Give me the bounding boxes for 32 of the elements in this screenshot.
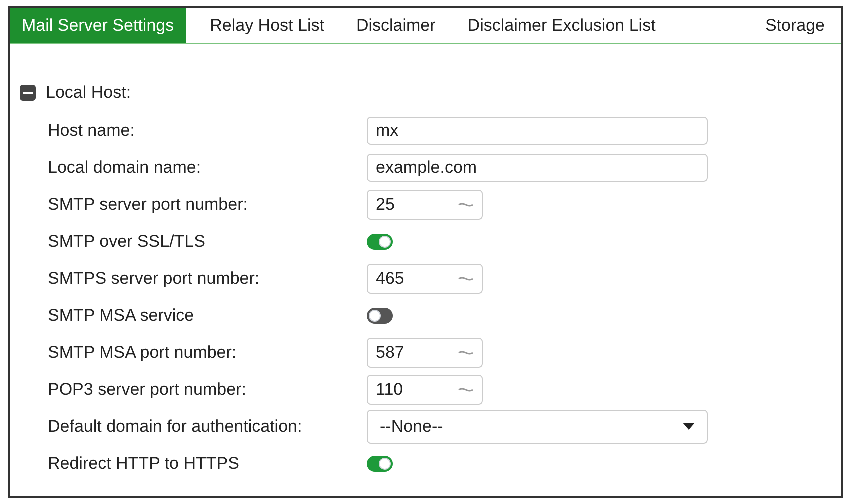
- tab[interactable]: Mail Server Settings: [10, 8, 186, 43]
- field-label: Default domain for authentication:: [48, 416, 304, 438]
- number-field[interactable]: 587: [367, 338, 483, 368]
- field-label: Redirect HTTP to HTTPS: [48, 452, 240, 475]
- dropdown[interactable]: --None--: [367, 410, 708, 444]
- field-label: POP3 server port number:: [48, 378, 248, 401]
- text-field[interactable]: mx: [367, 116, 708, 144]
- number-field[interactable]: 25: [367, 190, 483, 220]
- collapse-icon[interactable]: [20, 85, 36, 101]
- number-field[interactable]: 465: [367, 264, 483, 294]
- number-field[interactable]: 110: [367, 374, 483, 404]
- section-title: Local Host:: [46, 82, 132, 104]
- spinner-icon[interactable]: [458, 276, 474, 282]
- field-label: SMTP MSA service: [48, 304, 196, 327]
- spinner-icon[interactable]: [458, 386, 474, 392]
- field-label: SMTP MSA port number:: [48, 342, 238, 364]
- toggle-switch[interactable]: [367, 308, 393, 324]
- spinner-icon[interactable]: [458, 202, 474, 208]
- tab[interactable]: Storage: [749, 8, 841, 43]
- tab[interactable]: Relay Host List: [194, 8, 340, 43]
- field-label: SMTPS server port number:: [48, 268, 261, 290]
- field-label: SMTP over SSL/TLS: [48, 230, 206, 253]
- field-label: Host name:: [48, 120, 136, 142]
- caret-icon: [683, 423, 695, 430]
- spinner-icon[interactable]: [458, 350, 474, 356]
- toggle-switch[interactable]: [367, 456, 393, 472]
- toggle-switch[interactable]: [367, 234, 393, 250]
- tab[interactable]: Disclaimer: [340, 8, 452, 43]
- text-field[interactable]: example.com: [367, 154, 708, 182]
- field-label: Local domain name:: [48, 156, 202, 179]
- tab[interactable]: Disclaimer Exclusion List: [452, 8, 672, 43]
- field-label: SMTP server port number:: [48, 194, 249, 216]
